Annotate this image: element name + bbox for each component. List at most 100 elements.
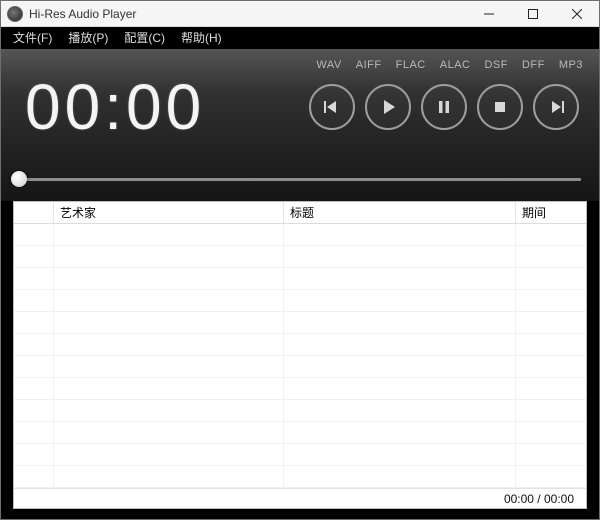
table-cell: [54, 290, 284, 311]
table-cell: [516, 312, 586, 333]
stop-icon: [490, 97, 510, 117]
table-cell: [54, 334, 284, 355]
playlist-table: 艺术家 标题 期间 00:00 / 00:00: [13, 201, 587, 509]
table-cell: [14, 224, 54, 245]
table-cell: [284, 246, 516, 267]
status-bar: 00:00 / 00:00: [14, 488, 586, 508]
menubar: 文件(F) 播放(P) 配置(C) 帮助(H): [1, 27, 599, 49]
table-row[interactable]: [14, 400, 586, 422]
table-cell: [284, 356, 516, 377]
table-cell: [284, 334, 516, 355]
table-cell: [54, 356, 284, 377]
table-cell: [14, 378, 54, 399]
table-cell: [516, 422, 586, 443]
table-row[interactable]: [14, 268, 586, 290]
table-cell: [54, 422, 284, 443]
menu-help[interactable]: 帮助(H): [175, 27, 228, 48]
table-cell: [516, 444, 586, 465]
table-cell: [284, 466, 516, 487]
player-panel: WAV AIFF FLAC ALAC DSF DFF MP3 00:00: [1, 49, 599, 201]
table-cell: [14, 400, 54, 421]
previous-icon: [322, 97, 342, 117]
table-cell: [54, 400, 284, 421]
play-button[interactable]: [365, 84, 411, 130]
table-cell: [516, 224, 586, 245]
app-icon: [7, 6, 23, 22]
progress-thumb[interactable]: [11, 171, 27, 187]
status-time: 00:00 / 00:00: [504, 492, 574, 506]
table-cell: [54, 312, 284, 333]
column-duration[interactable]: 期间: [516, 202, 586, 223]
format-dsf: DSF: [484, 59, 508, 71]
table-cell: [516, 378, 586, 399]
progress-bar[interactable]: [19, 171, 581, 187]
table-cell: [284, 422, 516, 443]
menu-play[interactable]: 播放(P): [62, 27, 114, 48]
format-flac: FLAC: [396, 59, 426, 71]
menu-config[interactable]: 配置(C): [118, 27, 171, 48]
table-row[interactable]: [14, 334, 586, 356]
table-row[interactable]: [14, 444, 586, 466]
stop-button[interactable]: [477, 84, 523, 130]
playlist-header: 艺术家 标题 期间: [14, 202, 586, 224]
table-cell: [284, 224, 516, 245]
table-cell: [14, 466, 54, 487]
minimize-icon: [484, 9, 494, 19]
table-cell: [516, 356, 586, 377]
table-cell: [284, 378, 516, 399]
column-title[interactable]: 标题: [284, 202, 516, 223]
play-icon: [378, 97, 398, 117]
table-cell: [14, 334, 54, 355]
table-cell: [54, 268, 284, 289]
table-row[interactable]: [14, 290, 586, 312]
table-cell: [284, 400, 516, 421]
menu-file[interactable]: 文件(F): [7, 27, 58, 48]
column-index[interactable]: [14, 202, 54, 223]
format-aiff: AIFF: [356, 59, 382, 71]
pause-button[interactable]: [421, 84, 467, 130]
table-cell: [54, 466, 284, 487]
format-dff: DFF: [522, 59, 545, 71]
table-cell: [284, 312, 516, 333]
progress-track: [19, 178, 581, 181]
maximize-icon: [528, 9, 538, 19]
table-cell: [284, 290, 516, 311]
format-mp3: MP3: [559, 59, 583, 71]
table-cell: [54, 224, 284, 245]
app-window: Hi-Res Audio Player 文件(F) 播放(P) 配置(C) 帮助…: [0, 0, 600, 520]
table-cell: [284, 268, 516, 289]
format-alac: ALAC: [440, 59, 471, 71]
table-cell: [14, 268, 54, 289]
playlist-panel: 艺术家 标题 期间 00:00 / 00:00: [1, 201, 599, 519]
window-minimize-button[interactable]: [467, 1, 511, 27]
window-maximize-button[interactable]: [511, 1, 555, 27]
table-row[interactable]: [14, 224, 586, 246]
titlebar: Hi-Res Audio Player: [1, 1, 599, 27]
table-cell: [54, 378, 284, 399]
table-cell: [54, 444, 284, 465]
playlist-body[interactable]: [14, 224, 586, 488]
next-icon: [546, 97, 566, 117]
format-wav: WAV: [316, 59, 341, 71]
column-artist[interactable]: 艺术家: [54, 202, 284, 223]
next-button[interactable]: [533, 84, 579, 130]
table-row[interactable]: [14, 356, 586, 378]
window-title: Hi-Res Audio Player: [29, 7, 136, 21]
table-cell: [516, 400, 586, 421]
window-close-button[interactable]: [555, 1, 599, 27]
table-row[interactable]: [14, 466, 586, 488]
table-cell: [14, 422, 54, 443]
table-row[interactable]: [14, 422, 586, 444]
timecode-display: 00:00: [17, 75, 205, 139]
table-row[interactable]: [14, 246, 586, 268]
table-cell: [516, 334, 586, 355]
table-cell: [54, 246, 284, 267]
table-row[interactable]: [14, 378, 586, 400]
supported-formats: WAV AIFF FLAC ALAC DSF DFF MP3: [17, 57, 583, 71]
table-row[interactable]: [14, 312, 586, 334]
previous-button[interactable]: [309, 84, 355, 130]
table-cell: [284, 444, 516, 465]
table-cell: [516, 268, 586, 289]
pause-icon: [434, 97, 454, 117]
table-cell: [14, 312, 54, 333]
